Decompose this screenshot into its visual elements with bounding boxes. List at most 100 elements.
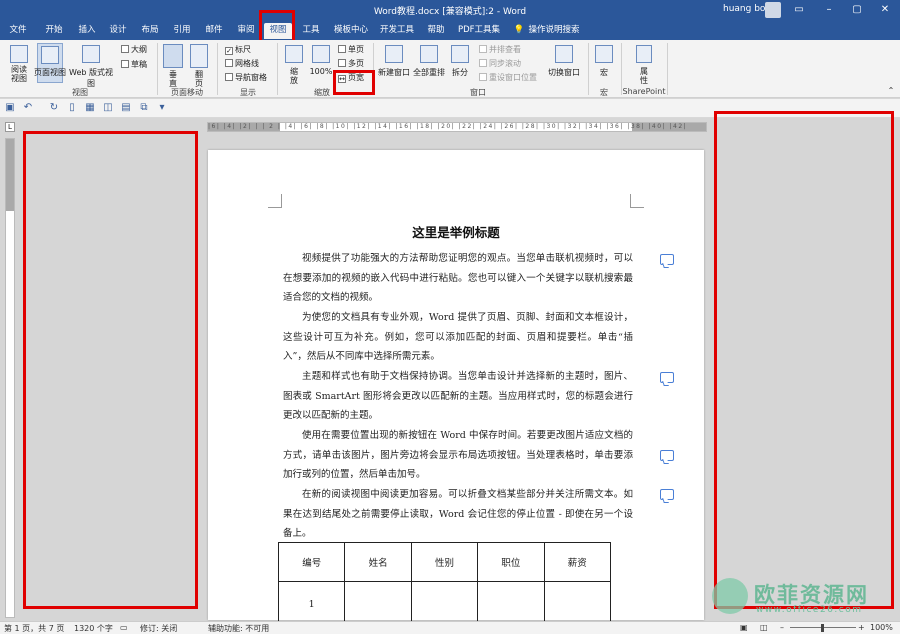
word-count[interactable]: 1320 个字 [74,623,113,634]
new-window-icon[interactable] [385,45,403,63]
switch-window-icon[interactable] [555,45,573,63]
switch-window-button[interactable]: 切换窗口 [544,67,584,78]
picture-icon[interactable]: ▤ [120,102,132,114]
paragraph[interactable]: 视频提供了功能强大的方法帮助您证明您的观点。当您单击联机视频时，可以在想要添加的… [283,249,633,308]
tab-selector[interactable]: L [5,122,15,132]
comment-icon[interactable] [660,450,674,461]
vertical-icon[interactable] [163,44,183,68]
draft-button[interactable]: 草稿 [121,59,147,70]
minimize-icon[interactable]: – [820,2,838,18]
accessibility-status[interactable]: 辅助功能: 不可用 [208,623,269,634]
zoom-out-icon[interactable]: – [780,623,784,632]
two-pages-icon[interactable]: ▯ [66,102,78,114]
copy-icon[interactable]: ⧉ [138,102,150,114]
web-layout-button[interactable]: Web 版式视图 [66,67,116,89]
track-changes-status[interactable]: 修订: 关闭 [140,623,177,634]
zoom-icon[interactable] [285,45,303,63]
split-button[interactable]: 拆分 [447,67,473,78]
sync-scroll-button[interactable]: 同步滚动 [479,58,521,69]
tab-review[interactable]: 审阅 [232,23,260,39]
tab-pdf-tools[interactable]: PDF工具集 [456,23,502,39]
save-icon[interactable]: ▣ [4,102,16,114]
data-table[interactable]: 编号 姓名 性别 职位 薪资 1 [277,542,612,627]
table-icon[interactable]: ▦ [84,102,96,114]
tab-template-center[interactable]: 模板中心 [330,23,372,39]
comment-icon[interactable] [660,254,674,265]
tell-me-search[interactable]: 操作说明搜索 [528,23,580,39]
tab-insert[interactable]: 插入 [73,23,101,39]
tab-tools[interactable]: 工具 [297,23,325,39]
page-count[interactable]: 第 1 页，共 7 页 [4,623,64,634]
split-icon[interactable] [451,45,469,63]
paragraph[interactable]: 为使您的文档具有专业外观，Word 提供了页眉、页脚、封面和文本框设计，这些设计… [283,308,633,367]
outline-button[interactable]: 大纲 [121,44,147,55]
multiple-pages-button[interactable]: 多页 [338,58,364,69]
gridlines-checkbox[interactable]: 网格线 [225,58,259,69]
side-by-side-button[interactable]: 并排查看 [479,44,521,55]
zoom-button[interactable]: 缩 放 [284,67,304,85]
read-mode-icon[interactable] [10,45,28,63]
nav-pane-checkbox[interactable]: 导航窗格 [225,72,267,83]
comment-icon[interactable] [660,489,674,500]
ribbon-display-icon[interactable]: ▭ [790,2,808,18]
zoom-100-icon[interactable] [312,45,330,63]
customize-qat-icon[interactable]: ▾ [156,102,168,114]
vertical-ruler[interactable] [5,138,15,618]
arrange-all-button[interactable]: 全部重排 [411,67,447,78]
tab-mailings[interactable]: 邮件 [200,23,228,39]
one-page-button[interactable]: 单页 [338,44,364,55]
table-cell[interactable] [410,581,479,627]
macros-icon[interactable] [595,45,613,63]
zoom-100-button[interactable]: 100% [307,67,335,76]
tab-references[interactable]: 引用 [168,23,196,39]
table-cell[interactable] [543,581,612,627]
zoom-in-icon[interactable]: + [858,623,865,632]
tab-file[interactable]: 文件 [4,23,32,39]
zoom-level[interactable]: 100% [870,623,893,632]
preview-icon[interactable]: ◫ [102,102,114,114]
document-page[interactable]: 这里是举例标题 视频提供了功能强大的方法帮助您证明您的观点。当您单击联机视频时，… [208,150,704,627]
table-header-cell[interactable]: 职位 [477,542,545,582]
web-layout-icon[interactable] [82,45,100,63]
table-header-cell[interactable]: 性别 [410,542,479,582]
print-layout-view-icon[interactable]: ▣ [740,623,748,632]
properties-button[interactable]: 属 性 [634,67,654,85]
table-cell[interactable]: 1 [277,581,346,627]
paragraph[interactable]: 主题和样式也有助于文档保持协调。当您单击设计并选择新的主题时，图片、图表或 Sm… [283,367,633,426]
tab-developer[interactable]: 开发工具 [376,23,418,39]
table-cell[interactable] [477,581,545,627]
collapse-ribbon-icon[interactable]: ⌃ [886,86,896,95]
properties-icon[interactable] [636,45,652,63]
avatar[interactable] [765,2,781,18]
horizontal-ruler[interactable]: |6| |4| |2| | | 2 | |4| |6| |8| |10| |12… [207,122,707,132]
close-icon[interactable]: ✕ [876,2,894,18]
user-name[interactable]: huang bo [723,4,765,14]
table-cell[interactable] [344,581,412,627]
tab-home[interactable]: 开始 [40,23,68,39]
web-layout-view-icon[interactable]: ◫ [760,623,768,632]
new-window-button[interactable]: 新建窗口 [375,67,413,78]
macros-button[interactable]: 宏 [594,67,614,78]
reset-window-button[interactable]: 重设窗口位置 [479,72,537,83]
vertical-button[interactable]: 垂 直 [163,70,183,88]
comment-icon[interactable] [660,372,674,383]
table-header-cell[interactable]: 姓名 [344,542,412,582]
redo-icon[interactable]: ↻ [48,102,60,114]
proofing-icon[interactable]: ▭ [120,623,128,632]
side-to-side-button[interactable]: 翻 页 [189,70,209,88]
arrange-all-icon[interactable] [420,45,438,63]
tab-help[interactable]: 帮助 [422,23,450,39]
paragraph[interactable]: 使用在需要位置出现的新按钮在 Word 中保存时间。若要更改图片适应文档的方式，… [283,426,633,485]
side-to-side-icon[interactable] [190,44,208,68]
print-layout-button[interactable]: 页面视图 [30,67,70,78]
paragraph[interactable]: 在新的阅读视图中阅读更加容易。可以折叠文档某些部分并关注所需文本。如果在达到结尾… [283,485,633,544]
table-header-cell[interactable]: 编号 [277,542,346,582]
ruler-checkbox[interactable]: ✓ 标尺 [225,44,251,55]
maximize-icon[interactable]: ▢ [848,2,866,18]
document-title[interactable]: 这里是举例标题 [208,222,704,241]
tab-design[interactable]: 设计 [104,23,132,39]
tab-layout[interactable]: 布局 [136,23,164,39]
undo-icon[interactable]: ↶ [22,102,34,114]
zoom-slider-thumb[interactable] [821,624,824,632]
table-header-cell[interactable]: 薪资 [543,542,612,582]
